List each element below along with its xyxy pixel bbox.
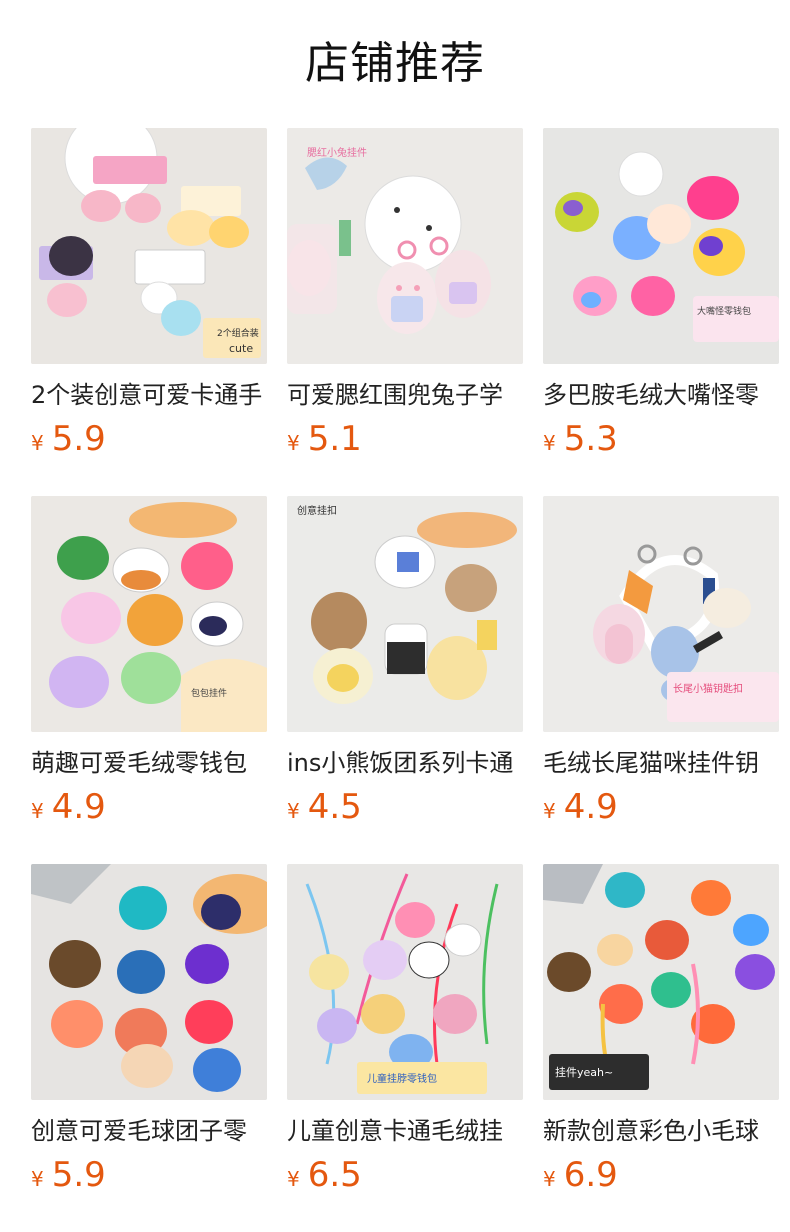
product-card[interactable]: 创意挂扣 ins小熊饭团系列卡通 ¥4.5 (287, 496, 523, 864)
currency-symbol: ¥ (31, 431, 44, 455)
svg-text:包包挂件: 包包挂件 (191, 687, 227, 699)
svg-text:儿童挂脖零钱包: 儿童挂脖零钱包 (367, 1072, 437, 1085)
product-card[interactable]: 2个组合装 cute 2个装创意可爱卡通手 ¥5.9 (31, 128, 267, 496)
product-card[interactable]: 包包挂件 萌趣可爱毛绒零钱包 ¥4.9 (31, 496, 267, 864)
svg-text:长尾小猫钥匙扣: 长尾小猫钥匙扣 (673, 682, 743, 695)
product-name[interactable]: 可爱腮红围兜兔子学 (287, 378, 523, 412)
product-image[interactable] (31, 864, 267, 1100)
product-photo-longtail-cat: 长尾小猫钥匙扣 (543, 496, 779, 732)
product-price: ¥4.5 (287, 786, 523, 828)
price-amount: 6.5 (307, 1155, 362, 1195)
currency-symbol: ¥ (287, 1167, 300, 1191)
currency-symbol: ¥ (31, 1167, 44, 1191)
currency-symbol: ¥ (543, 431, 556, 455)
product-name[interactable]: 毛绒长尾猫咪挂件钥 (543, 746, 779, 780)
price-amount: 5.1 (307, 419, 362, 459)
product-price: ¥6.5 (287, 1154, 523, 1196)
product-image[interactable]: 2个组合装 cute (31, 128, 267, 364)
product-photo-bear-rice-ball: 创意挂扣 (287, 496, 523, 732)
currency-symbol: ¥ (287, 799, 300, 823)
currency-symbol: ¥ (543, 799, 556, 823)
product-card[interactable]: 儿童挂脖零钱包 儿童创意卡通毛绒挂 ¥6.5 (287, 864, 523, 1232)
price-amount: 6.9 (563, 1155, 618, 1195)
product-image[interactable]: 大嘴怪零钱包 (543, 128, 779, 364)
product-card[interactable]: 挂件yeah~ 新款创意彩色小毛球 ¥6.9 (543, 864, 779, 1232)
product-image[interactable]: 包包挂件 (31, 496, 267, 732)
product-image[interactable]: 儿童挂脖零钱包 (287, 864, 523, 1100)
product-image[interactable]: 创意挂扣 (287, 496, 523, 732)
svg-text:腮红小兔挂件: 腮红小兔挂件 (307, 146, 367, 159)
product-name[interactable]: 萌趣可爱毛绒零钱包 (31, 746, 267, 780)
svg-text:2个组合装: 2个组合装 (217, 327, 259, 339)
currency-symbol: ¥ (31, 799, 44, 823)
product-photo-keychains-cartoon: 2个组合装 cute (31, 128, 267, 364)
currency-symbol: ¥ (543, 1167, 556, 1191)
product-price: ¥4.9 (543, 786, 779, 828)
svg-text:大嘴怪零钱包: 大嘴怪零钱包 (697, 305, 751, 317)
product-card[interactable]: 创意可爱毛球团子零 ¥5.9 (31, 864, 267, 1232)
price-amount: 5.9 (51, 419, 106, 459)
price-amount: 4.5 (307, 787, 362, 827)
product-card[interactable]: 长尾小猫钥匙扣 毛绒长尾猫咪挂件钥 ¥4.9 (543, 496, 779, 864)
product-image[interactable]: 长尾小猫钥匙扣 (543, 496, 779, 732)
product-grid: 2个组合装 cute 2个装创意可爱卡通手 ¥5.9 腮红小兔挂件 可爱腮红围兜… (31, 128, 790, 1232)
product-name[interactable]: 儿童创意卡通毛绒挂 (287, 1114, 523, 1148)
product-name[interactable]: 多巴胺毛绒大嘴怪零 (543, 378, 779, 412)
product-image[interactable]: 腮红小兔挂件 (287, 128, 523, 364)
page-title: 店铺推荐 (305, 38, 485, 89)
product-photo-pompom-purses (31, 864, 267, 1100)
product-price: ¥6.9 (543, 1154, 779, 1196)
svg-text:cute: cute (229, 342, 253, 355)
price-amount: 4.9 (563, 787, 618, 827)
product-price: ¥5.9 (31, 1154, 267, 1196)
product-price: ¥5.9 (31, 418, 267, 460)
product-name[interactable]: 新款创意彩色小毛球 (543, 1114, 779, 1148)
price-amount: 5.3 (563, 419, 618, 459)
svg-text:挂件yeah~: 挂件yeah~ (555, 1065, 613, 1079)
product-image[interactable]: 挂件yeah~ (543, 864, 779, 1100)
product-name[interactable]: ins小熊饭团系列卡通 (287, 746, 523, 780)
product-photo-bunny-keychains: 腮红小兔挂件 (287, 128, 523, 364)
product-price: ¥4.9 (31, 786, 267, 828)
product-price: ¥5.1 (287, 418, 523, 460)
product-card[interactable]: 大嘴怪零钱包 多巴胺毛绒大嘴怪零 ¥5.3 (543, 128, 779, 496)
product-name[interactable]: 创意可爱毛球团子零 (31, 1114, 267, 1148)
price-amount: 4.9 (51, 787, 106, 827)
svg-text:创意挂扣: 创意挂扣 (297, 504, 337, 517)
price-amount: 5.9 (51, 1155, 106, 1195)
product-price: ¥5.3 (543, 418, 779, 460)
product-photo-colorful-pompoms: 挂件yeah~ (543, 864, 779, 1100)
product-photo-kids-neck-purses: 儿童挂脖零钱包 (287, 864, 523, 1100)
product-photo-monster-coin-purses: 大嘴怪零钱包 (543, 128, 779, 364)
product-name[interactable]: 2个装创意可爱卡通手 (31, 378, 267, 412)
currency-symbol: ¥ (287, 431, 300, 455)
product-photo-plush-coin-purses: 包包挂件 (31, 496, 267, 732)
product-card[interactable]: 腮红小兔挂件 可爱腮红围兜兔子学 ¥5.1 (287, 128, 523, 496)
